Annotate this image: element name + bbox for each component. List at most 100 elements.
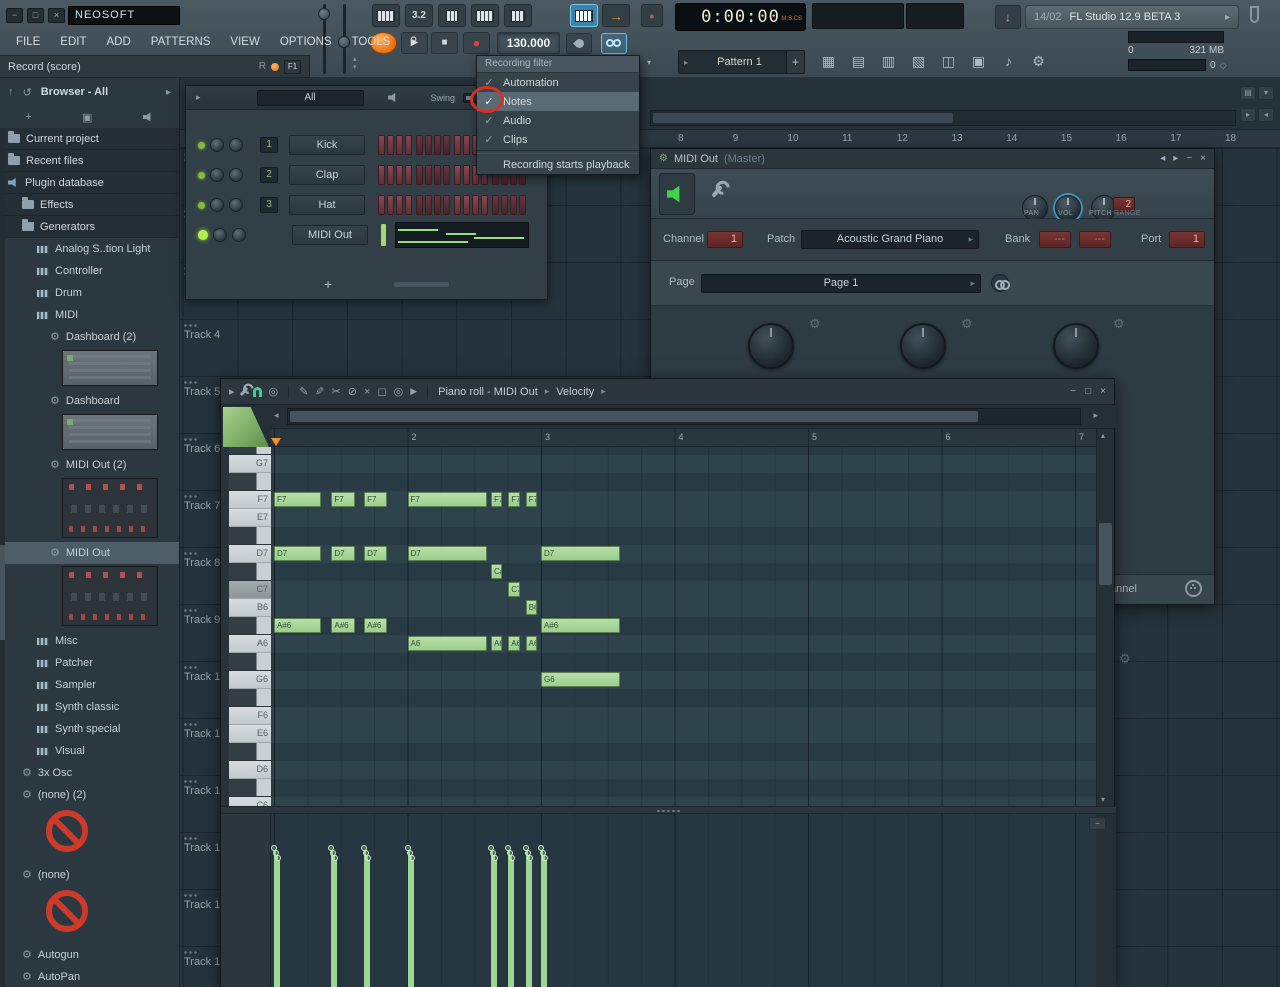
channel-button-clap[interactable]: Clap — [289, 165, 365, 185]
maximize-icon[interactable] — [1085, 386, 1091, 397]
playlist-options-icon[interactable] — [1258, 86, 1274, 100]
typing-keyboard-icon[interactable] — [372, 4, 400, 27]
piano-key-f-7[interactable] — [229, 473, 271, 491]
scrollbar-thumb[interactable] — [1099, 523, 1112, 585]
menu-item-audio[interactable]: ✓ Audio — [477, 111, 639, 130]
browser-item-patcher[interactable]: Patcher — [0, 652, 179, 674]
zoom-icon[interactable] — [394, 385, 404, 398]
add-pattern-button[interactable]: + — [786, 51, 804, 73]
browser-item-midi[interactable]: MIDI — [0, 304, 179, 326]
volume-knob[interactable] — [232, 228, 246, 242]
menu-caret-icon[interactable] — [641, 56, 657, 70]
scroll-left-icon[interactable] — [274, 410, 279, 421]
draw-icon[interactable] — [299, 385, 308, 398]
velocity-handle[interactable] — [275, 855, 281, 861]
midi-note-d7[interactable]: D7 — [331, 546, 355, 561]
pattern-name[interactable]: Pattern 1 — [693, 56, 786, 68]
select-icon[interactable] — [377, 385, 386, 398]
piano-key-a-6[interactable] — [229, 617, 271, 635]
midi-plug-icon[interactable] — [1185, 580, 1202, 597]
velocity-handle[interactable] — [542, 855, 548, 861]
midi-note-f7[interactable]: F7 — [490, 492, 503, 507]
gear-icon[interactable] — [1113, 316, 1125, 332]
midi-note-a-6[interactable]: A#6 — [331, 618, 355, 633]
step-cell[interactable] — [463, 195, 470, 215]
paint-icon[interactable] — [315, 385, 324, 398]
countdown-icon[interactable]: 3.2 — [405, 4, 433, 27]
close-icon[interactable] — [1100, 386, 1106, 397]
browser-item-synth-classic[interactable]: Synth classic — [0, 696, 179, 718]
midi-note-c-7[interactable]: C#7 — [490, 564, 503, 579]
browser-view-icon[interactable] — [82, 111, 92, 124]
velocity-stem[interactable] — [542, 855, 548, 987]
midi-note-a6[interactable]: A6 — [525, 636, 537, 651]
menu-view[interactable]: VIEW — [220, 31, 269, 53]
minimize-icon[interactable] — [1186, 153, 1192, 164]
channel-button-midi-out[interactable]: MIDI Out — [292, 225, 368, 245]
step-cell[interactable] — [387, 195, 394, 215]
midi-out-titlebar[interactable]: MIDI Out (Master) — [651, 149, 1214, 169]
velocity-handle[interactable] — [509, 855, 516, 861]
piano-key-c7[interactable]: C7 — [229, 581, 271, 599]
menu-patterns[interactable]: PATTERNS — [141, 31, 221, 53]
velocity-lane-label[interactable]: Velocity — [556, 386, 594, 398]
channel-rack-button[interactable] — [845, 48, 872, 74]
step-cell[interactable] — [396, 135, 403, 155]
minimize-icon[interactable] — [1070, 386, 1076, 397]
next-preset-icon[interactable] — [1173, 153, 1178, 164]
piano-roll-vscrollbar[interactable] — [1096, 429, 1114, 806]
midi-note-a-6[interactable]: A#6 — [274, 618, 322, 633]
menu-options[interactable]: OPTIONS — [270, 31, 342, 53]
piano-key-b6[interactable]: B6 — [229, 599, 271, 617]
piano-key-c6[interactable]: C6 — [229, 797, 271, 806]
step-cell[interactable] — [443, 195, 450, 215]
control-knob-2[interactable] — [900, 323, 946, 369]
velocity-handle[interactable] — [332, 855, 339, 861]
browser-item-effects[interactable]: Effects — [0, 194, 179, 216]
options-icon[interactable] — [229, 385, 235, 398]
collapse-lane-icon[interactable] — [1089, 817, 1106, 830]
pan-knob[interactable] — [213, 228, 227, 242]
pan-knob[interactable] — [210, 138, 224, 152]
browser-item-dashboard-2[interactable]: ⚙ Dashboard (2) — [0, 326, 179, 348]
midi-note-f7[interactable]: F7 — [407, 492, 487, 507]
velocity-stem[interactable] — [509, 855, 516, 987]
scroll-up-icon[interactable] — [1101, 431, 1105, 440]
browser-item-controller[interactable]: Controller — [0, 260, 179, 282]
velocity-stem[interactable] — [408, 855, 415, 987]
midi-note-b6[interactable]: B6 — [525, 600, 537, 615]
minimize-button[interactable] — [6, 8, 23, 23]
menu-item-clips[interactable]: ✓ Clips — [477, 130, 639, 149]
step-cell[interactable] — [416, 165, 423, 185]
step-cell[interactable] — [425, 165, 432, 185]
piano-key-f7[interactable]: F7 — [229, 491, 271, 509]
delete-icon[interactable] — [348, 385, 357, 398]
control-knob-1[interactable] — [748, 323, 794, 369]
step-cell[interactable] — [396, 195, 403, 215]
piano-key-f6[interactable]: F6 — [229, 707, 271, 725]
blend-notes-icon[interactable] — [471, 4, 499, 27]
maximize-button[interactable] — [27, 8, 44, 23]
menu-edit[interactable]: EDIT — [50, 31, 96, 53]
bank-lsb-value[interactable]: --- — [1079, 231, 1111, 248]
midi-note-a6[interactable]: A6 — [508, 636, 520, 651]
step-cell[interactable] — [405, 135, 412, 155]
browser-scrollbar[interactable] — [0, 128, 5, 987]
pan-knob[interactable] — [1022, 195, 1048, 221]
menu-file[interactable]: FILE — [6, 31, 50, 53]
recording-starts-playback-item[interactable]: Recording starts playback — [477, 155, 639, 174]
step-cell[interactable] — [378, 165, 385, 185]
browser-add-icon[interactable] — [25, 111, 31, 123]
piano-roll-titlebar[interactable]: Piano roll - MIDI Out Velocity — [221, 379, 1114, 405]
scrollbar-thumb[interactable] — [653, 113, 953, 123]
menu-item-automation[interactable]: ✓ Automation — [477, 73, 639, 92]
browser-item-current-project[interactable]: Current project — [0, 128, 179, 150]
midi-note-d7[interactable]: D7 — [274, 546, 322, 561]
piano-key-a6[interactable]: A6 — [229, 635, 271, 653]
piano-roll-button[interactable] — [875, 48, 902, 74]
piano-key-g-6[interactable] — [229, 653, 271, 671]
channel-led[interactable] — [198, 141, 205, 149]
browser-item-synth-special[interactable]: Synth special — [0, 718, 179, 740]
slide-icon[interactable] — [269, 385, 279, 398]
scroll-right-icon[interactable] — [1093, 410, 1098, 421]
